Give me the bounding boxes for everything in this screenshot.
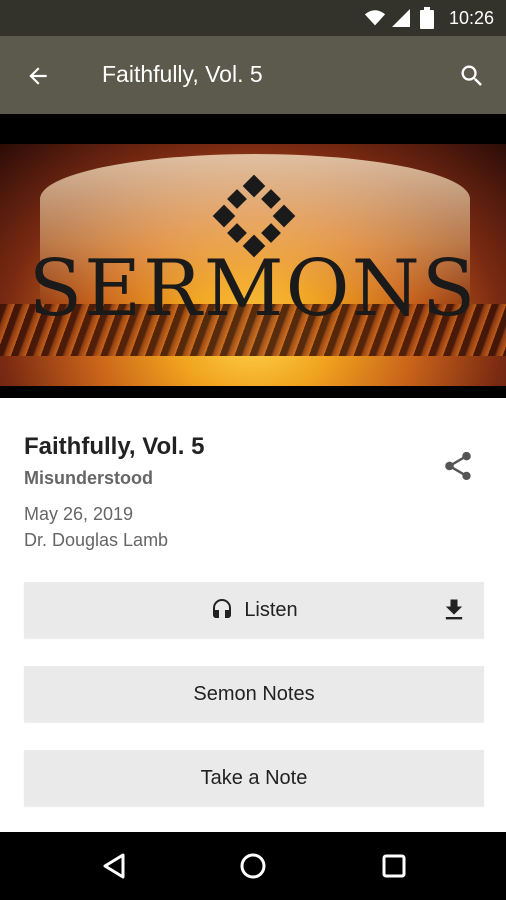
banner-title: SERMONS — [28, 244, 478, 334]
sermon-notes-button[interactable]: Semon Notes — [24, 666, 484, 722]
share-icon — [445, 451, 471, 481]
nav-home-button[interactable] — [237, 850, 269, 882]
app-bar-title: Faithfully, Vol. 5 — [102, 61, 263, 87]
listen-button[interactable]: Listen — [24, 582, 484, 638]
system-nav-bar — [0, 832, 506, 900]
nav-home-icon — [240, 853, 266, 879]
sermon-details: Faithfully, Vol. 5 Misunderstood May 26,… — [0, 398, 506, 832]
headphones-icon — [213, 599, 232, 618]
search-icon — [461, 65, 482, 86]
sermon-speaker: Dr. Douglas Lamb — [24, 530, 169, 550]
wifi-icon — [364, 10, 386, 26]
download-button[interactable] — [440, 596, 468, 624]
take-note-label: Take a Note — [200, 766, 308, 789]
arrow-back-icon — [29, 67, 47, 85]
sermon-banner-image: SERMONS — [0, 114, 506, 398]
status-bar: 10:26 — [0, 0, 506, 36]
sermon-series: Misunderstood — [24, 468, 153, 488]
nav-recents-button[interactable] — [378, 850, 410, 882]
take-note-button[interactable]: Take a Note — [24, 750, 484, 806]
nav-recents-icon — [382, 854, 406, 878]
sermon-date: May 26, 2019 — [24, 504, 134, 524]
sermon-notes-label: Semon Notes — [193, 682, 315, 705]
battery-icon — [420, 7, 434, 29]
search-button[interactable] — [452, 56, 492, 96]
download-icon — [445, 599, 463, 620]
listen-label: Listen — [244, 598, 298, 621]
share-button[interactable] — [436, 444, 480, 488]
app-bar: Faithfully, Vol. 5 — [0, 36, 506, 114]
nav-back-icon — [103, 853, 125, 879]
signal-icon — [392, 9, 410, 27]
nav-back-button[interactable] — [98, 850, 130, 882]
status-time: 10:26 — [448, 8, 494, 28]
back-button[interactable] — [18, 56, 58, 96]
sermon-title: Faithfully, Vol. 5 — [24, 433, 205, 460]
